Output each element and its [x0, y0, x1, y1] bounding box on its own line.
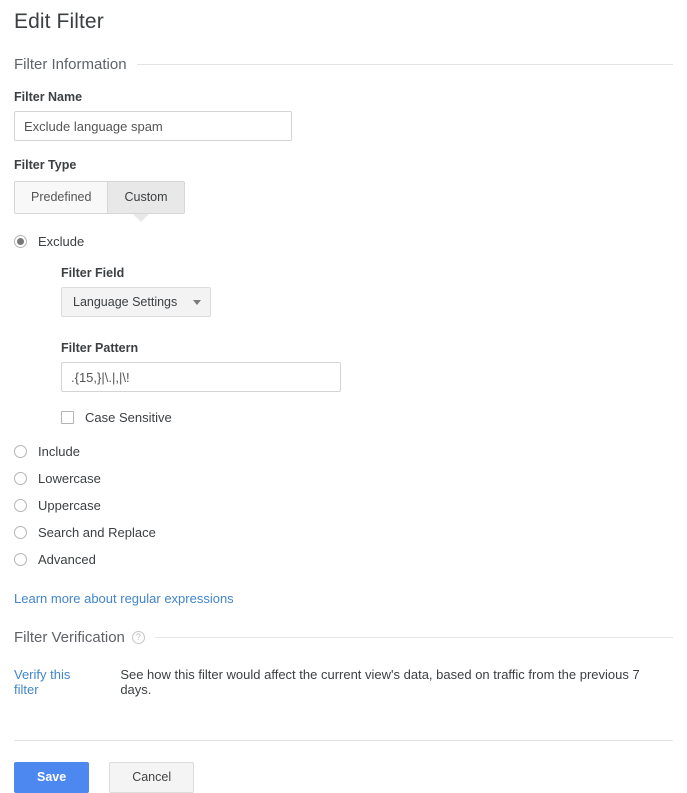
help-circle-icon[interactable]: ?: [131, 631, 145, 644]
filter-pattern-input[interactable]: [61, 362, 341, 392]
page-title: Edit Filter: [14, 10, 104, 33]
filter-type-label: Filter Type: [14, 158, 77, 172]
tab-predefined[interactable]: Predefined: [15, 182, 108, 213]
radio-row-advanced[interactable]: Advanced: [14, 552, 673, 567]
verify-filter-row: Verify this filter See how this filter w…: [14, 667, 673, 697]
filter-field-selected-value: Language Settings: [73, 295, 178, 309]
filter-name-input[interactable]: [14, 111, 292, 141]
verify-filter-description: See how this filter would affect the cur…: [120, 667, 640, 697]
filter-name-label: Filter Name: [14, 90, 83, 104]
other-filter-options: Include Lowercase Uppercase Search and R…: [14, 444, 673, 567]
radio-row-exclude[interactable]: Exclude: [14, 234, 673, 249]
chevron-down-icon: [193, 299, 202, 305]
radio-row-lowercase[interactable]: Lowercase: [14, 471, 673, 486]
case-sensitive-label[interactable]: Case Sensitive: [85, 410, 172, 425]
radio-row-uppercase[interactable]: Uppercase: [14, 498, 673, 513]
section-rule: [136, 64, 673, 65]
radio-label-advanced[interactable]: Advanced: [38, 552, 96, 567]
radio-search-and-replace[interactable]: [14, 526, 27, 539]
verify-this-filter-link[interactable]: Verify this filter: [14, 667, 98, 697]
filter-field-label: Filter Field: [61, 266, 125, 280]
edit-filter-page: Edit Filter Filter Information Filter Na…: [0, 0, 687, 793]
filter-pattern-label: Filter Pattern: [61, 341, 139, 355]
radio-row-include[interactable]: Include: [14, 444, 673, 459]
filter-verification-section-header: Filter Verification ?: [14, 629, 673, 646]
radio-row-search-and-replace[interactable]: Search and Replace: [14, 525, 673, 540]
cancel-button[interactable]: Cancel: [109, 762, 195, 793]
radio-include[interactable]: [14, 445, 27, 458]
footer-buttons: Save Cancel: [14, 762, 673, 793]
filter-field-select[interactable]: Language Settings: [61, 287, 212, 317]
case-sensitive-row[interactable]: Case Sensitive: [61, 410, 673, 425]
radio-advanced[interactable]: [14, 553, 27, 566]
filter-verification-heading: Filter Verification: [14, 629, 125, 646]
filter-information-heading: Filter Information: [14, 56, 127, 73]
tab-custom[interactable]: Custom: [107, 182, 184, 213]
radio-label-include[interactable]: Include: [38, 444, 80, 459]
radio-label-exclude[interactable]: Exclude: [38, 234, 84, 249]
radio-label-uppercase[interactable]: Uppercase: [38, 498, 101, 513]
filter-type-tabs: Predefined Custom: [14, 181, 185, 222]
checkbox-case-sensitive[interactable]: [61, 411, 74, 424]
save-button[interactable]: Save: [14, 762, 90, 793]
footer-divider: [14, 740, 673, 741]
regex-help-link[interactable]: Learn more about regular expressions: [14, 591, 234, 606]
section-rule: [154, 637, 673, 638]
exclude-options-panel: Filter Field Language Settings Filter Pa…: [61, 266, 673, 425]
filter-information-section-header: Filter Information: [14, 56, 673, 73]
radio-uppercase[interactable]: [14, 499, 27, 512]
radio-exclude[interactable]: [14, 235, 27, 248]
radio-label-search-and-replace[interactable]: Search and Replace: [38, 525, 156, 540]
radio-lowercase[interactable]: [14, 472, 27, 485]
active-tab-caret-icon: [133, 213, 149, 222]
radio-label-lowercase[interactable]: Lowercase: [38, 471, 101, 486]
